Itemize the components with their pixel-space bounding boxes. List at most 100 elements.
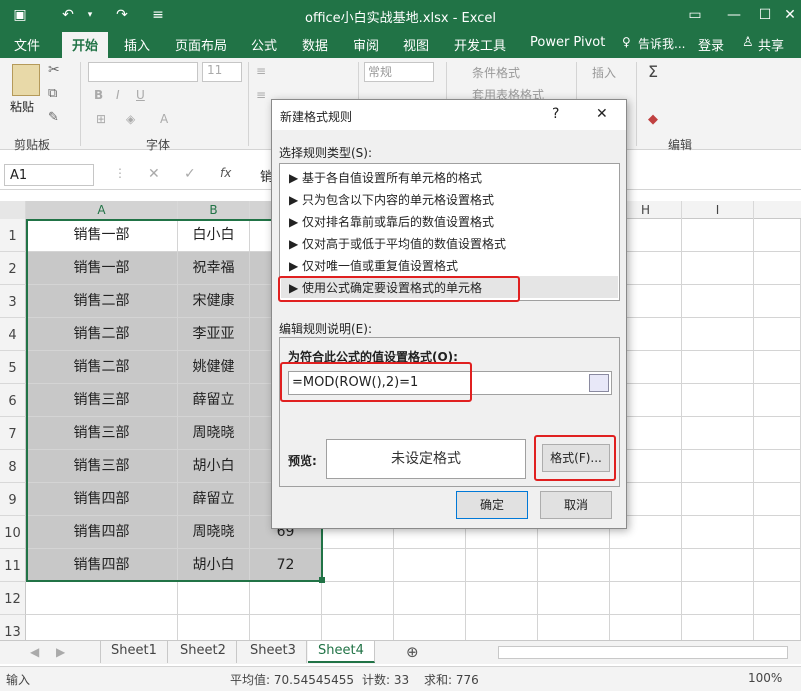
tab-review[interactable]: 审阅 xyxy=(353,35,379,54)
tab-formulas[interactable]: 公式 xyxy=(251,35,277,54)
fill-handle[interactable] xyxy=(319,577,325,583)
cell[interactable]: 销售一部 xyxy=(26,219,178,252)
row-header[interactable]: 2 xyxy=(0,252,26,285)
rule-item-2[interactable]: ▶ 只为包含以下内容的单元格设置格式 xyxy=(281,188,618,210)
cell[interactable]: 销售三部 xyxy=(26,450,178,483)
cell[interactable] xyxy=(394,549,466,582)
close-icon[interactable]: ✕ xyxy=(780,5,800,25)
scroll-right-icon[interactable]: ▶ xyxy=(56,645,65,659)
select-all-corner[interactable] xyxy=(0,201,26,219)
tab-file[interactable]: 文件 xyxy=(14,35,40,54)
cell[interactable] xyxy=(610,549,682,582)
cell[interactable]: 胡小白 xyxy=(178,549,250,582)
cell[interactable] xyxy=(682,351,754,384)
zoom-level[interactable]: 100% xyxy=(748,671,782,685)
tab-power-pivot[interactable]: Power Pivot xyxy=(530,35,605,50)
font-color-icon[interactable]: A xyxy=(160,112,168,126)
cut-icon[interactable]: ✂ xyxy=(48,62,60,78)
cell[interactable]: 销售四部 xyxy=(26,516,178,549)
row-header[interactable]: 3 xyxy=(0,285,26,318)
cell[interactable] xyxy=(682,582,754,615)
sheet-tab-3[interactable]: Sheet3 xyxy=(240,641,307,663)
cell[interactable] xyxy=(754,483,801,516)
cell[interactable]: 胡小白 xyxy=(178,450,250,483)
font-size-box[interactable]: 11 xyxy=(202,62,242,82)
cell[interactable] xyxy=(682,516,754,549)
cell[interactable] xyxy=(682,417,754,450)
cell[interactable] xyxy=(682,252,754,285)
column-header-i[interactable]: I xyxy=(682,201,754,219)
cell[interactable] xyxy=(682,384,754,417)
help-icon[interactable]: ? xyxy=(552,106,559,122)
rule-item-3[interactable]: ▶ 仅对排名靠前或靠后的数值设置格式 xyxy=(281,210,618,232)
cell[interactable]: 姚健健 xyxy=(178,351,250,384)
cell[interactable] xyxy=(538,582,610,615)
cell[interactable] xyxy=(682,549,754,582)
cell[interactable] xyxy=(754,417,801,450)
cell[interactable] xyxy=(754,549,801,582)
row-header[interactable]: 8 xyxy=(0,450,26,483)
range-picker-icon[interactable] xyxy=(589,374,609,392)
cell[interactable] xyxy=(682,285,754,318)
italic-icon[interactable]: I xyxy=(116,88,120,102)
bold-icon[interactable]: B xyxy=(94,88,103,102)
paste-icon[interactable] xyxy=(12,64,40,96)
cell[interactable]: 宋健康 xyxy=(178,285,250,318)
cell[interactable] xyxy=(754,450,801,483)
copy-icon[interactable]: ⧉ xyxy=(48,86,57,101)
cell[interactable]: 销售四部 xyxy=(26,483,178,516)
border-icon[interactable]: ⊞ xyxy=(96,112,106,126)
cell[interactable]: 销售二部 xyxy=(26,285,178,318)
cell[interactable] xyxy=(178,582,250,615)
cell[interactable]: 周晓晓 xyxy=(178,417,250,450)
column-header-b[interactable]: B xyxy=(178,201,250,219)
fill-color-icon[interactable]: ◈ xyxy=(126,112,135,126)
scroll-left-icon[interactable]: ◀ xyxy=(30,645,39,659)
row-header[interactable]: 1 xyxy=(0,219,26,252)
cell[interactable] xyxy=(754,516,801,549)
sheet-tab-4[interactable]: Sheet4 xyxy=(308,641,375,663)
sheet-tab-2[interactable]: Sheet2 xyxy=(170,641,237,663)
cell[interactable] xyxy=(682,318,754,351)
row-header[interactable]: 4 xyxy=(0,318,26,351)
cell[interactable] xyxy=(394,582,466,615)
minimize-icon[interactable]: — xyxy=(724,5,744,25)
cell[interactable]: 祝幸福 xyxy=(178,252,250,285)
row-header[interactable]: 5 xyxy=(0,351,26,384)
rule-item-5[interactable]: ▶ 仅对唯一值或重复值设置格式 xyxy=(281,254,618,276)
enter-icon[interactable]: ✓ xyxy=(184,166,196,182)
row-header[interactable]: 7 xyxy=(0,417,26,450)
sheet-tab-1[interactable]: Sheet1 xyxy=(100,641,168,663)
cell[interactable] xyxy=(754,351,801,384)
tab-page-layout[interactable]: 页面布局 xyxy=(175,35,227,54)
column-header-a[interactable]: A xyxy=(26,201,178,219)
tab-home[interactable]: 开始 xyxy=(62,32,109,58)
conditional-format-button[interactable]: 条件格式 xyxy=(472,64,520,81)
tab-developer[interactable]: 开发工具 xyxy=(454,35,506,54)
format-painter-icon[interactable]: ✎ xyxy=(48,110,59,125)
tab-view[interactable]: 视图 xyxy=(403,35,429,54)
add-sheet-icon[interactable]: ⊕ xyxy=(406,643,419,661)
cell[interactable] xyxy=(682,483,754,516)
cell[interactable]: 销售四部 xyxy=(26,549,178,582)
cell[interactable]: 销售三部 xyxy=(26,417,178,450)
cell[interactable] xyxy=(754,285,801,318)
insert-cells-button[interactable]: 插入 xyxy=(592,64,616,81)
cell[interactable]: 销售二部 xyxy=(26,351,178,384)
cell[interactable]: 薛留立 xyxy=(178,384,250,417)
cell[interactable] xyxy=(754,384,801,417)
fx-icon[interactable]: fx xyxy=(220,166,231,180)
cell[interactable] xyxy=(754,318,801,351)
font-name-box[interactable] xyxy=(88,62,198,82)
cell[interactable]: 销售二部 xyxy=(26,318,178,351)
cell[interactable]: 销售一部 xyxy=(26,252,178,285)
rule-item-1[interactable]: ▶ 基于各自值设置所有单元格的格式 xyxy=(281,166,618,188)
cell[interactable]: 周晓晓 xyxy=(178,516,250,549)
maximize-icon[interactable]: ☐ xyxy=(755,5,775,25)
cancel-button[interactable]: 取消 xyxy=(540,491,612,519)
cell[interactable]: 李亚亚 xyxy=(178,318,250,351)
row-header[interactable]: 6 xyxy=(0,384,26,417)
cell[interactable] xyxy=(754,252,801,285)
horizontal-scrollbar[interactable] xyxy=(498,646,788,659)
share-icon[interactable]: ♙ xyxy=(742,35,754,50)
